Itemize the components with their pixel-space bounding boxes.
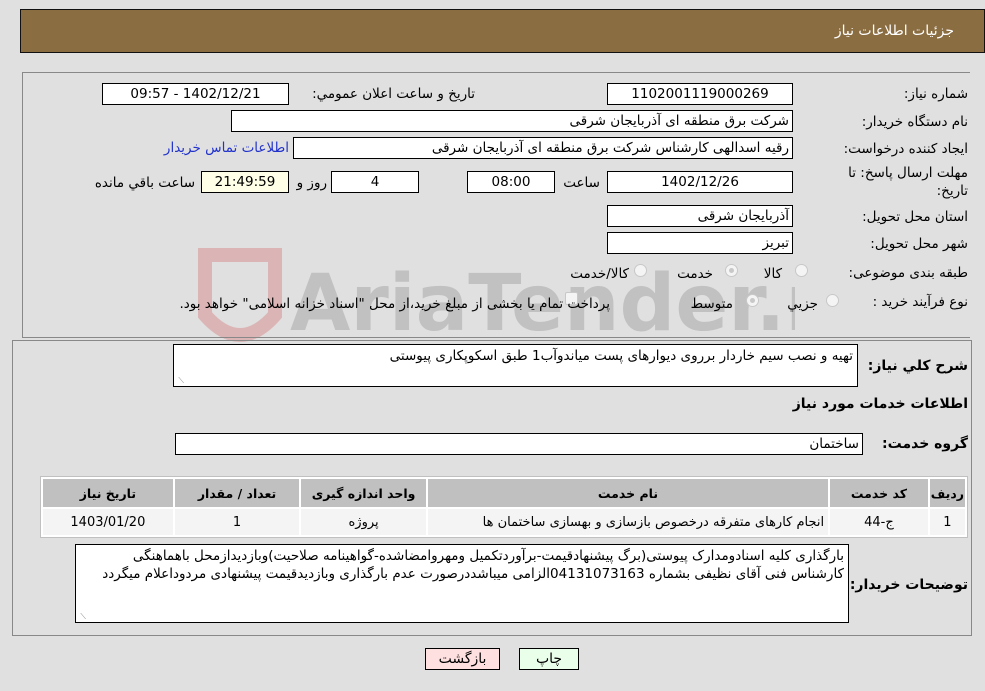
resize-handle-icon[interactable]: ⟋ (176, 377, 184, 385)
description-text: تهیه و نصب سیم خاردار برروی دیوارهای پست… (389, 348, 853, 364)
deadline-time-field: 08:00 (467, 171, 555, 193)
announce-datetime-field: 1402/12/21 - 09:57 (102, 83, 289, 105)
days-label: روز و (296, 175, 327, 191)
col-service-name: نام خدمت (427, 479, 829, 507)
cell-unit: پروژه (301, 509, 426, 535)
table-header-row: ردیف کد خدمت نام خدمت واحد اندازه گیری ت… (43, 479, 965, 507)
need-number-field: 1102001119000269 (607, 83, 793, 105)
col-row-number: ردیف (929, 479, 965, 507)
category-radio-goods-service[interactable] (634, 264, 647, 277)
services-table: ردیف کد خدمت نام خدمت واحد اندازه گیری ت… (40, 476, 968, 538)
print-button[interactable]: چاپ (519, 648, 579, 670)
category-radio-service[interactable] (725, 264, 738, 277)
buyer-contact-link[interactable]: اطلاعات تماس خریدار (164, 140, 289, 156)
page-title: جزئیات اطلاعات نیاز (834, 23, 954, 39)
category-option-service: خدمت (677, 266, 713, 282)
col-need-date: تاریخ نیاز (43, 479, 173, 507)
page-header: جزئیات اطلاعات نیاز (20, 9, 985, 53)
time-remaining-field: 21:49:59 (201, 171, 289, 193)
purchase-option-medium: متوسط (690, 296, 733, 312)
city-label: شهر محل تحویل: (870, 236, 968, 252)
description-label: شرح کلي نياز: (867, 358, 968, 374)
deadline-label: مهلت ارسال پاسخ: تا (848, 165, 968, 181)
category-label: طبقه بندی موضوعی: (848, 265, 968, 281)
resize-handle-icon[interactable]: ⟋ (78, 613, 86, 621)
table-row: 1 ج-44 انجام کارهای متفرقه درخصوص بازساز… (43, 509, 965, 535)
purchase-radio-minor[interactable] (826, 294, 839, 307)
cell-service-code: ج-44 (830, 509, 928, 535)
category-option-goods: کالا (763, 266, 782, 282)
requester-field: رقیه اسدالهی کارشناس شرکت برق منطقه ای آ… (293, 137, 793, 159)
purchase-radio-medium[interactable] (746, 294, 759, 307)
days-remaining-field: 4 (331, 171, 419, 193)
buyer-org-label: نام دستگاه خریدار: (861, 114, 968, 130)
purchase-type-label: نوع فرآیند خرید : (872, 294, 968, 310)
purchase-option-minor: جزيي (787, 296, 818, 312)
cell-need-date: 1403/01/20 (43, 509, 173, 535)
announce-datetime-label: تاریخ و ساعت اعلان عمومي: (312, 86, 475, 102)
cell-service-name: انجام کارهای متفرقه درخصوص بازسازی و بهس… (427, 509, 829, 535)
category-option-goods-service: کالا/خدمت (570, 266, 629, 282)
requester-label: ایجاد کننده درخواست: (843, 141, 968, 157)
city-field: تبریز (607, 232, 793, 254)
need-number-label: شماره نیاز: (903, 86, 968, 102)
buyer-notes-label: توضیحات خریدار: (849, 577, 968, 593)
deadline-label-date: تاریخ: (936, 183, 968, 199)
deadline-time-label: ساعت (563, 175, 600, 191)
time-remaining-label: ساعت باقي مانده (94, 175, 195, 191)
back-button[interactable]: بازگشت (425, 648, 500, 670)
treasury-note: پرداخت تمام یا بخشی از مبلغ خرید،از محل … (179, 296, 610, 312)
buyer-notes-textarea[interactable]: بارگذاری کلیه اسنادومدارک پیوستی(برگ پیش… (75, 544, 849, 623)
col-service-code: کد خدمت (830, 479, 928, 507)
cell-row-number: 1 (929, 509, 965, 535)
col-unit: واحد اندازه گیری (301, 479, 426, 507)
description-textarea[interactable]: تهیه و نصب سیم خاردار برروی دیوارهای پست… (173, 344, 858, 387)
category-radio-goods[interactable] (795, 264, 808, 277)
buyer-notes-text: بارگذاری کلیه اسنادومدارک پیوستی(برگ پیش… (102, 548, 844, 582)
buyer-org-field: شرکت برق منطقه ای آذربایجان شرقی (231, 110, 793, 132)
service-group-label: گروه خدمت: (882, 436, 968, 452)
services-heading: اطلاعات خدمات مورد نياز (792, 396, 968, 412)
deadline-date-field: 1402/12/26 (607, 171, 793, 193)
service-group-field: ساختمان (175, 433, 863, 455)
province-label: استان محل تحویل: (862, 209, 968, 225)
province-field: آذربایجان شرقی (607, 205, 793, 227)
cell-quantity: 1 (174, 509, 300, 535)
col-quantity: تعداد / مقدار (174, 479, 300, 507)
